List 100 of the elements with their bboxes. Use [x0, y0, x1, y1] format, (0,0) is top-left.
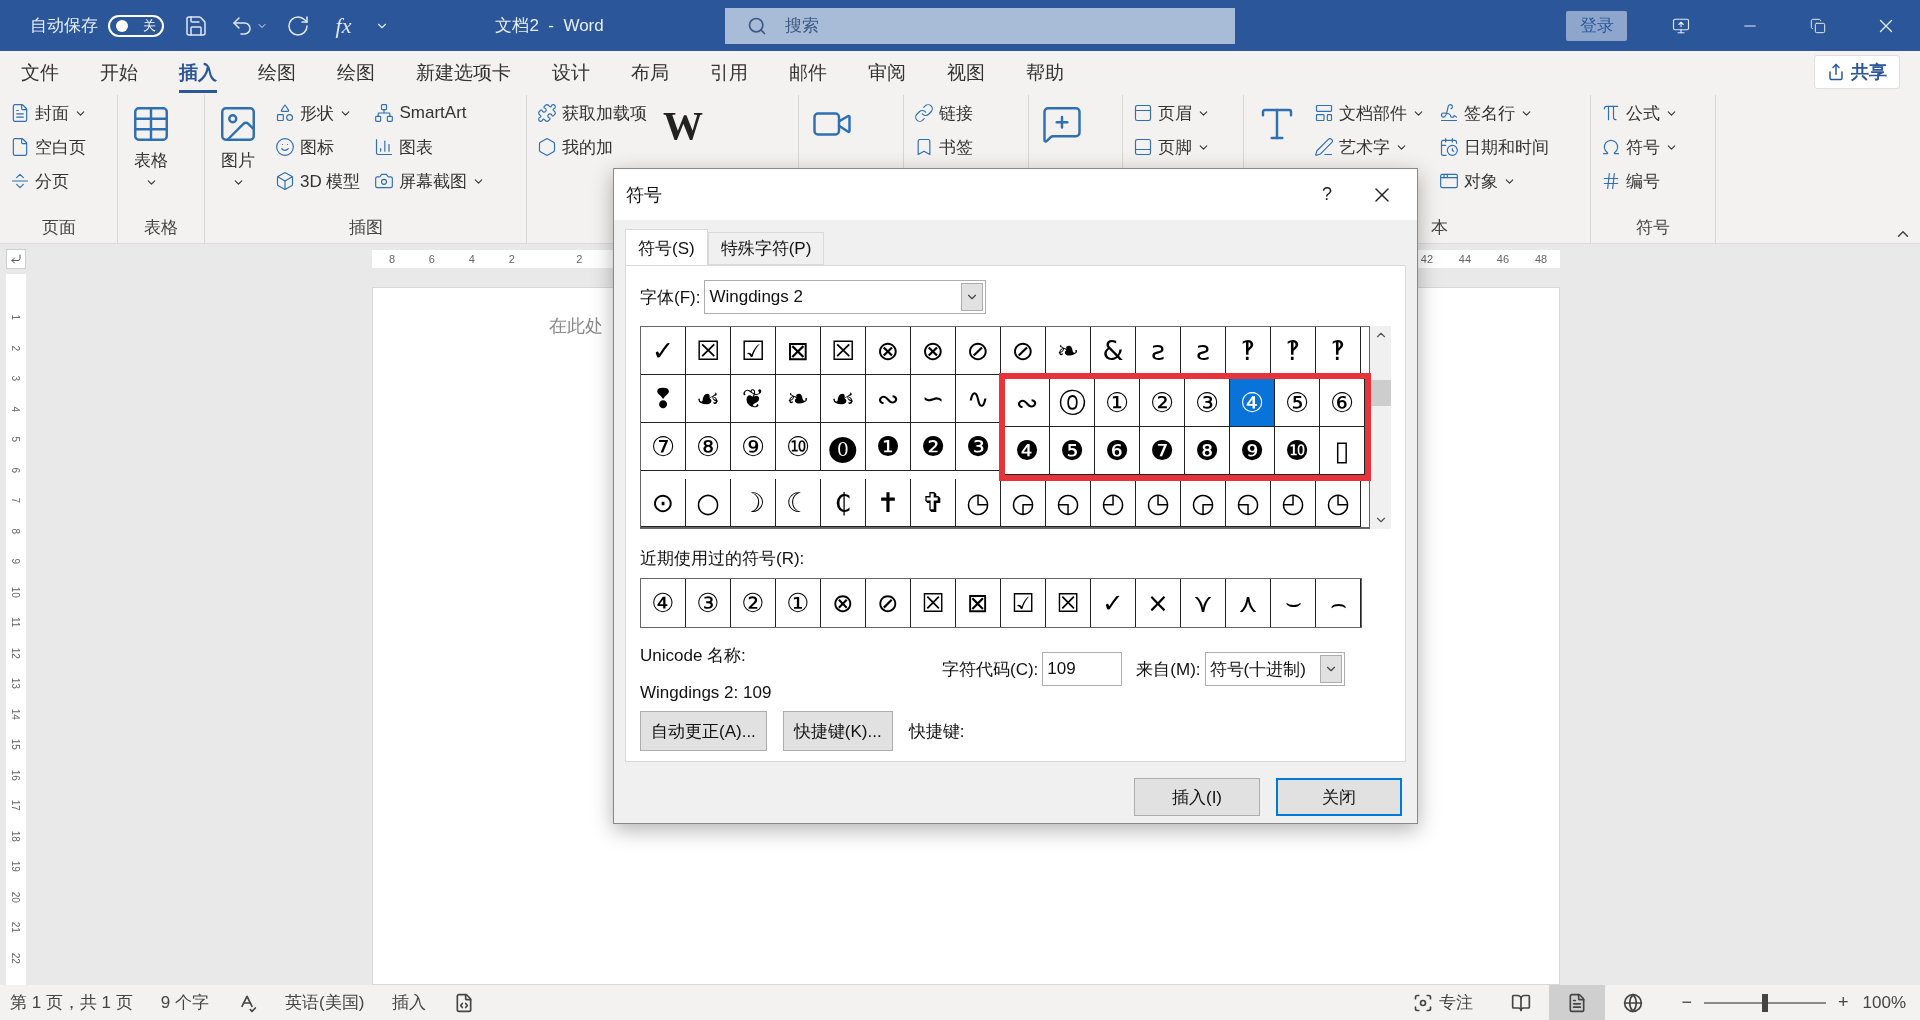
redo-icon[interactable]: [285, 13, 310, 38]
symbol-cell[interactable]: ⊗: [911, 327, 956, 375]
symbol-cell[interactable]: ∾: [866, 375, 911, 423]
ribbon-display-icon[interactable]: [1672, 16, 1691, 35]
ribbon-button[interactable]: 文档部件: [1312, 97, 1427, 129]
ribbon-button[interactable]: 图片: [213, 97, 263, 189]
ribbon-button[interactable]: 链接: [912, 97, 975, 129]
symbol-cell[interactable]: ②: [1140, 379, 1185, 427]
zoom-in-button[interactable]: +: [1830, 992, 1857, 1013]
symbol-cell[interactable]: ◵: [1046, 479, 1091, 527]
symbol-cell[interactable]: ❢: [641, 375, 686, 423]
symbol-cell[interactable]: ③: [686, 579, 731, 627]
symbol-cell[interactable]: ❶: [866, 423, 911, 471]
symbol-cell[interactable]: ◷: [1316, 479, 1361, 527]
symbol-cell[interactable]: ☽: [731, 479, 776, 527]
share-button[interactable]: 共享: [1814, 55, 1900, 89]
symbol-cell[interactable]: ⑥: [1320, 379, 1365, 427]
symbol-cell[interactable]: ⑩: [776, 423, 821, 471]
ribbon-button[interactable]: 空白页: [8, 131, 89, 163]
search-field[interactable]: 搜索: [724, 7, 1235, 44]
symbol-cell[interactable]: ❦: [731, 375, 776, 423]
menu-tab[interactable]: 绘图: [258, 53, 296, 93]
menu-tab[interactable]: 视图: [947, 53, 985, 93]
symbol-cell[interactable]: ④: [641, 579, 686, 627]
symbol-cell[interactable]: ☒: [1046, 579, 1091, 627]
save-icon[interactable]: [183, 13, 208, 38]
symbol-cell[interactable]: ❾: [1230, 427, 1275, 475]
symbol-cell[interactable]: ◴: [1091, 479, 1136, 527]
symbol-cell[interactable]: ◶: [1001, 479, 1046, 527]
dialog-button[interactable]: 自动更正(A)...: [640, 711, 767, 751]
symbol-cell[interactable]: ⑦: [641, 423, 686, 471]
symbol-cell[interactable]: ◴: [1271, 479, 1316, 527]
language[interactable]: 英语(美国): [285, 991, 365, 1014]
symbol-cell[interactable]: ×: [1136, 579, 1181, 627]
insert-mode[interactable]: 插入: [392, 991, 427, 1014]
symbol-cell[interactable]: ①: [1095, 379, 1140, 427]
menu-tab[interactable]: 邮件: [789, 53, 827, 93]
symbol-cell[interactable]: ⓪: [1050, 379, 1095, 427]
symbol-cell[interactable]: ☾: [776, 479, 821, 527]
ribbon-button[interactable]: 符号: [1599, 131, 1680, 163]
symbol-cell[interactable]: ⊠: [776, 327, 821, 375]
dialog-tab[interactable]: 符号(S): [625, 229, 708, 266]
symbol-cell[interactable]: ③: [1185, 379, 1230, 427]
symbol-cell[interactable]: ④: [1230, 379, 1275, 427]
symbol-cell[interactable]: ❻: [1095, 427, 1140, 475]
symbol-cell[interactable]: ⋏: [1226, 579, 1271, 627]
font-select[interactable]: Wingdings 2: [704, 280, 987, 314]
symbol-cell[interactable]: ⑤: [1275, 379, 1320, 427]
menu-tab[interactable]: 新建选项卡: [416, 53, 511, 93]
restore-icon[interactable]: [1809, 17, 1826, 34]
dialog-tab[interactable]: 特殊字符(P): [707, 232, 825, 265]
menu-tab[interactable]: 布局: [631, 53, 669, 93]
symbol-cell[interactable]: ☒: [821, 327, 866, 375]
dialog-button[interactable]: 关闭: [1276, 778, 1402, 816]
symbol-cell[interactable]: ❧: [776, 375, 821, 423]
symbol-cell[interactable]: ⋎: [1181, 579, 1226, 627]
focus-icon[interactable]: [1413, 992, 1434, 1013]
dialog-button[interactable]: 快捷键(K)...: [782, 711, 893, 751]
ribbon-button[interactable]: 书签: [912, 131, 975, 163]
symbol-cell[interactable]: ❽: [1185, 427, 1230, 475]
symbol-cell[interactable]: ☙: [821, 375, 866, 423]
symbol-cell[interactable]: ⊠: [956, 579, 1001, 627]
symbol-cell[interactable]: ▯: [1320, 427, 1365, 475]
menu-tab[interactable]: 开始: [100, 53, 138, 93]
ribbon-button[interactable]: 签名行: [1437, 97, 1551, 129]
symbol-cell[interactable]: ⓿: [821, 423, 866, 471]
ribbon-button[interactable]: 对象: [1437, 165, 1551, 197]
tab-selector[interactable]: [6, 249, 26, 269]
menu-tab[interactable]: 文件: [21, 53, 59, 93]
symbol-cell[interactable]: ☑: [731, 327, 776, 375]
menu-tab[interactable]: 绘图: [337, 53, 375, 93]
ribbon-button[interactable]: 艺术字: [1312, 131, 1427, 163]
formula-button[interactable]: fx: [335, 12, 352, 39]
ribbon-button[interactable]: 页脚: [1131, 131, 1212, 163]
ribbon-button[interactable]: 封面: [8, 97, 89, 129]
ribbon-button[interactable]: 形状: [273, 97, 363, 129]
symbol-cell[interactable]: ✓: [641, 327, 686, 375]
symbol-cell[interactable]: ✓: [1091, 579, 1136, 627]
char-code-field[interactable]: 109: [1042, 652, 1123, 686]
zoom-thumb[interactable]: [1762, 993, 1768, 1012]
ribbon-button[interactable]: 3D 模型: [273, 165, 363, 197]
ribbon-button[interactable]: 页眉: [1131, 97, 1212, 129]
symbol-cell[interactable]: ✝: [866, 479, 911, 527]
menu-tab[interactable]: 设计: [552, 53, 590, 93]
menu-tab[interactable]: 引用: [710, 53, 748, 93]
menu-tab[interactable]: 审阅: [868, 53, 906, 93]
print-layout-button[interactable]: [1549, 985, 1606, 1020]
symbol-cell[interactable]: ☒: [686, 327, 731, 375]
symbol-cell[interactable]: ✞: [911, 479, 956, 527]
from-select[interactable]: 符号(十进制): [1204, 652, 1345, 686]
symbol-cell[interactable]: ◵: [1226, 479, 1271, 527]
symbol-cell[interactable]: ⊗: [866, 327, 911, 375]
symbol-cell[interactable]: ☙: [686, 375, 731, 423]
symbol-cell[interactable]: ⌢: [1316, 579, 1361, 627]
symbol-cell[interactable]: ❿: [1275, 427, 1320, 475]
word-count[interactable]: 9 个字: [160, 991, 209, 1014]
symbol-cell[interactable]: ⑧: [686, 423, 731, 471]
scroll-thumb[interactable]: [1370, 379, 1391, 406]
symbol-cell[interactable]: ☒: [911, 579, 956, 627]
ribbon-icon-button[interactable]: W: [659, 97, 707, 149]
